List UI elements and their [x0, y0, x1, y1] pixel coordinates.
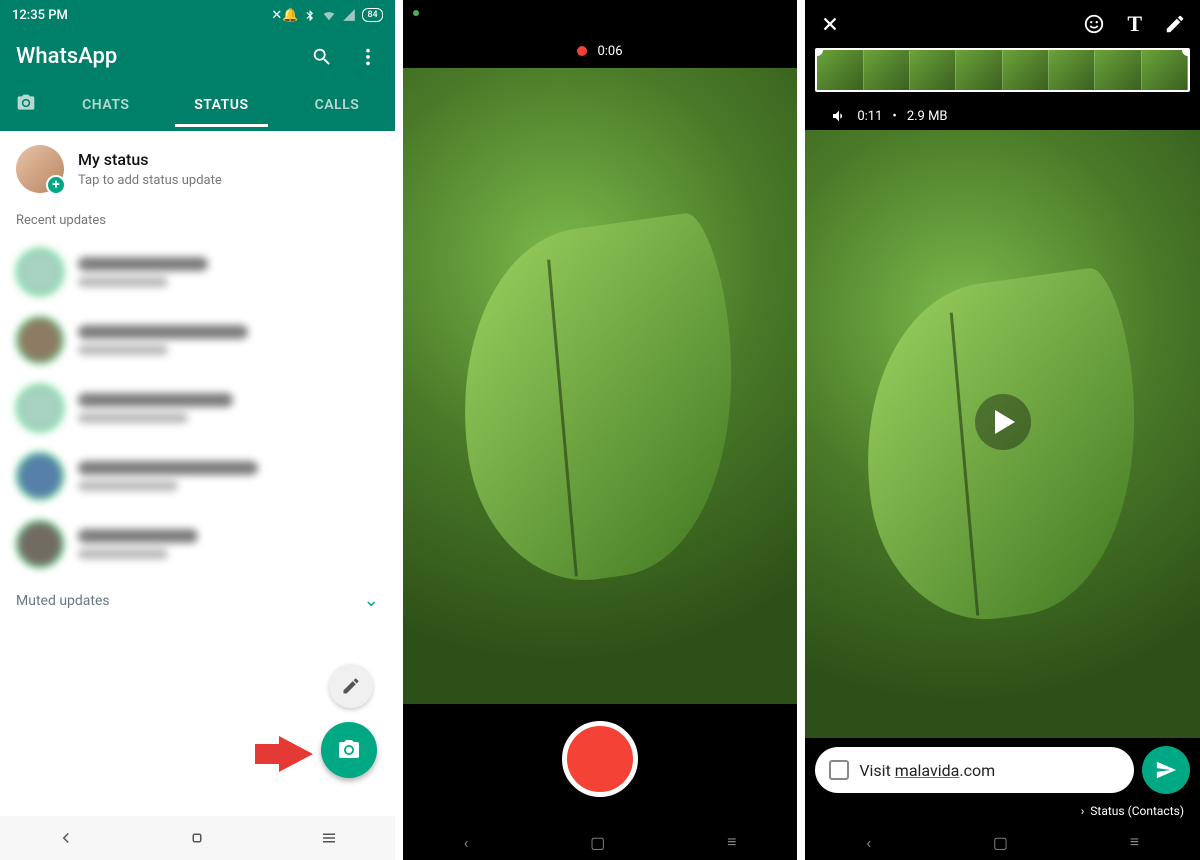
camera-controls [403, 704, 798, 824]
muted-updates-row[interactable]: Muted updates ⌄ [0, 578, 395, 623]
recording-dot-icon [577, 46, 587, 56]
screen-status-tab: 12:35 PM ✕🔔 84 WhatsApp CHATS STATUS CAL… [0, 0, 395, 860]
recording-header [403, 0, 798, 34]
caption-input[interactable]: Visit malavida.com [815, 747, 1134, 793]
android-nav-bar: ‹ ▢ ≡ [805, 824, 1200, 860]
caption-text: Visit malavida.com [859, 761, 995, 780]
tab-calls[interactable]: CALLS [279, 83, 395, 127]
status-contact-row[interactable] [0, 510, 395, 578]
tab-status[interactable]: STATUS [164, 83, 280, 127]
status-contact-row[interactable] [0, 374, 395, 442]
tab-bar: CHATS STATUS CALLS [0, 79, 395, 131]
nav-recent-icon[interactable]: ≡ [727, 832, 736, 852]
more-icon[interactable] [357, 46, 379, 68]
recipients-row[interactable]: › Status (Contacts) [805, 802, 1200, 824]
status-contact-row[interactable] [0, 442, 395, 510]
app-title: WhatsApp [16, 44, 117, 69]
video-info-pill: 0:11 • 2.9 MB [819, 102, 1200, 130]
dnd-icon: ✕🔔 [271, 8, 298, 23]
video-preview[interactable] [805, 130, 1200, 738]
camera-status-fab[interactable] [321, 722, 377, 778]
nav-back-icon[interactable]: ‹ [464, 833, 469, 852]
nav-home-icon[interactable] [188, 829, 206, 847]
chevron-down-icon: ⌄ [364, 590, 379, 611]
camera-preview-image [403, 68, 798, 704]
chevron-right-icon: › [1081, 804, 1085, 818]
preview-toolbar: T [805, 0, 1200, 48]
muted-updates-label: Muted updates [16, 593, 110, 609]
caption-row: Visit malavida.com [805, 738, 1200, 802]
nav-back-icon[interactable]: ‹ [866, 833, 871, 852]
status-contact-row[interactable] [0, 306, 395, 374]
my-status-title: My status [78, 150, 148, 169]
statusbar-time: 12:35 PM [12, 8, 68, 23]
camera-tab-icon[interactable] [0, 79, 48, 131]
nav-back-icon[interactable] [57, 829, 75, 847]
video-duration: 0:11 [857, 109, 882, 124]
nav-home-icon[interactable]: ▢ [993, 833, 1008, 852]
emoji-icon[interactable] [1083, 13, 1105, 35]
instruction-arrow [279, 736, 313, 772]
text-tool-icon[interactable]: T [1127, 11, 1142, 37]
recent-updates-label: Recent updates [0, 207, 395, 238]
recipients-label: Status (Contacts) [1090, 804, 1184, 818]
compose-text-status-fab[interactable] [329, 664, 373, 708]
tab-chats[interactable]: CHATS [48, 83, 164, 127]
camera-active-indicator [413, 10, 419, 16]
battery-indicator: 84 [362, 8, 382, 22]
close-icon[interactable] [819, 13, 841, 35]
android-nav-bar [0, 816, 395, 860]
send-button[interactable] [1142, 746, 1190, 794]
android-statusbar: 12:35 PM ✕🔔 84 [0, 0, 395, 30]
app-bar: WhatsApp [0, 30, 395, 79]
screen-camera-recording: 0:06 ‹ ▢ ≡ [403, 0, 798, 860]
my-status-subtitle: Tap to add status update [78, 173, 222, 188]
video-trim-strip[interactable] [815, 48, 1190, 92]
wifi-icon [322, 8, 336, 22]
video-size: 2.9 MB [907, 109, 948, 124]
search-icon[interactable] [311, 46, 333, 68]
add-status-plus-icon: + [46, 175, 66, 195]
screen-status-preview: T 0:11 • 2.9 MB Visit malavida.com [805, 0, 1200, 860]
recording-time: 0:06 [597, 44, 622, 59]
nav-recent-icon[interactable] [320, 829, 338, 847]
volume-icon[interactable] [831, 108, 847, 124]
my-status-avatar: + [16, 145, 64, 193]
status-contact-row[interactable] [0, 238, 395, 306]
camera-viewfinder[interactable] [403, 68, 798, 704]
android-nav-bar: ‹ ▢ ≡ [403, 824, 798, 860]
add-media-icon[interactable] [829, 760, 849, 780]
nav-recent-icon[interactable]: ≡ [1130, 832, 1139, 852]
play-button[interactable] [975, 394, 1031, 450]
recording-timer-row: 0:06 [403, 34, 798, 68]
nav-home-icon[interactable]: ▢ [590, 833, 605, 852]
signal-icon [342, 8, 356, 22]
my-status-row[interactable]: + My status Tap to add status update [0, 131, 395, 207]
draw-pencil-icon[interactable] [1164, 13, 1186, 35]
bluetooth-icon [304, 9, 316, 21]
record-shutter-button[interactable] [562, 721, 638, 797]
